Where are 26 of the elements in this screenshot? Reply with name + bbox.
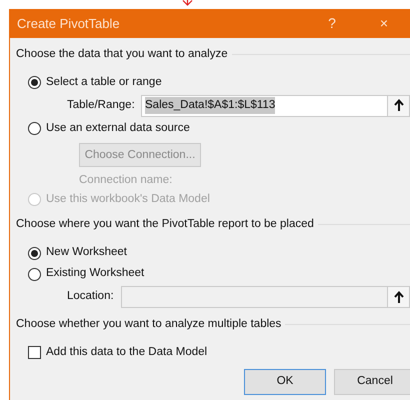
radio-button[interactable] xyxy=(28,246,41,260)
upload-button[interactable] xyxy=(388,94,410,117)
section-heading: Choose the data that you want to analyze xyxy=(16,47,228,62)
radio-button[interactable] xyxy=(28,76,41,90)
checkbox[interactable] xyxy=(28,346,41,359)
option-label: Use an external data source xyxy=(46,121,190,136)
field-value: Sales_Data!$A$1:$L$113 xyxy=(145,97,276,114)
up-arrow-icon xyxy=(394,99,404,112)
radio-button[interactable] xyxy=(28,268,41,280)
option-label: Select a table or range xyxy=(46,75,162,90)
window-title: Create PivotTable xyxy=(17,14,121,33)
radio-button[interactable] xyxy=(28,122,41,136)
dialog-button[interactable]: Cancel xyxy=(334,368,410,395)
checkbox-label: Add this data to the Data Model xyxy=(46,344,208,360)
section-heading: Choose where you want the PivotTable report to be placed xyxy=(16,217,314,232)
section-heading: Choose whether you want to analyze multiple tables xyxy=(16,316,282,332)
input-field[interactable]: Sales_Data!$A$1:$L$113 xyxy=(141,94,388,117)
field-label: Table/Range: xyxy=(67,98,136,114)
option-label: Use this workbook's Data Model xyxy=(46,192,210,208)
field-label: Location: xyxy=(67,289,115,304)
up-arrow-icon xyxy=(394,290,404,304)
dialog-button[interactable]: OK xyxy=(244,368,326,395)
option-label: New Worksheet xyxy=(46,245,127,260)
upload-button[interactable] xyxy=(388,286,410,308)
connection-name-label: Connection name: xyxy=(79,172,172,188)
option-label: Existing Worksheet xyxy=(46,266,144,282)
